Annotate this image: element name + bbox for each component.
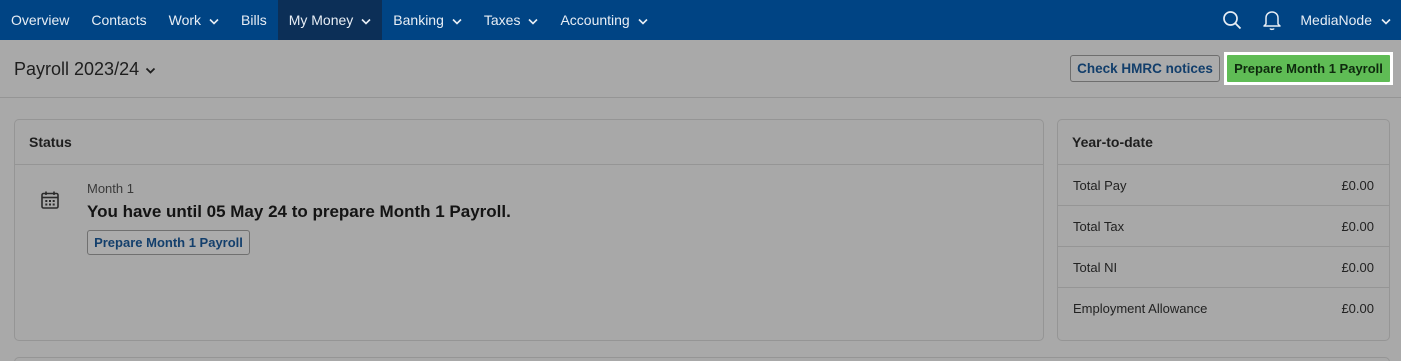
nav-item-contacts[interactable]: Contacts — [80, 0, 157, 40]
nav-item-label: Overview — [11, 12, 70, 28]
ytd-label: Total Tax — [1073, 218, 1125, 234]
nav-item-label: Taxes — [483, 12, 521, 28]
nav-item-label: Contacts — [91, 12, 147, 28]
check-hmrc-notices-button[interactable]: Check HMRC notices — [1070, 55, 1220, 82]
ytd-label: Employment Allowance — [1073, 301, 1208, 316]
ytd-row: Employment Allowance £0.00 — [1058, 288, 1389, 329]
ytd-row: Total NI £0.00 — [1058, 247, 1389, 288]
nav-item-banking[interactable]: Banking — [382, 0, 473, 40]
page-title-text: Payroll 2023/24 — [14, 59, 140, 79]
prepare-payroll-button[interactable]: Prepare Month 1 Payroll — [1227, 55, 1390, 82]
nav-item-label: Accounting — [560, 12, 630, 28]
ytd-label: Total NI — [1073, 259, 1118, 275]
nav-item-label: Banking — [393, 12, 444, 28]
lower-panel — [14, 357, 1390, 361]
account-menu[interactable]: MediaNode — [1292, 12, 1401, 28]
chevron-down-icon — [638, 12, 648, 28]
top-nav: Overview Contacts Work Bills My Money Ba… — [0, 0, 1401, 40]
deadline-text: You have until 05 May 24 to prepare Mont… — [87, 202, 511, 221]
nav-item-my-money[interactable]: My Money — [277, 0, 383, 40]
status-panel: Status Month 1 You have until 05 May 24 … — [14, 119, 1044, 341]
page-title[interactable]: Payroll 2023/24 — [14, 59, 156, 80]
ytd-label: Total Pay — [1073, 177, 1127, 193]
bell-icon[interactable] — [1252, 0, 1292, 40]
ytd-row: Total Pay £0.00 — [1058, 165, 1389, 206]
status-heading: Status — [15, 120, 1043, 165]
account-name: MediaNode — [1300, 12, 1372, 28]
page-header: Payroll 2023/24 Check HMRC notices Prepa… — [0, 40, 1401, 98]
ytd-value: £0.00 — [1341, 218, 1374, 234]
prepare-payroll-secondary-button[interactable]: Prepare Month 1 Payroll — [87, 230, 250, 255]
year-to-date-panel: Year-to-date Total Pay £0.00 Total Tax £… — [1057, 119, 1390, 341]
prepare-payroll-highlight: Prepare Month 1 Payroll — [1224, 52, 1393, 85]
chevron-down-icon — [209, 12, 219, 28]
nav-right: MediaNode — [1212, 0, 1401, 40]
search-icon[interactable] — [1212, 0, 1252, 40]
chevron-down-icon — [1381, 12, 1391, 28]
nav-item-label: Work — [168, 12, 202, 28]
nav-item-label: My Money — [288, 12, 354, 28]
ytd-value: £0.00 — [1341, 177, 1374, 193]
nav-item-accounting[interactable]: Accounting — [549, 0, 658, 40]
month-label: Month 1 — [87, 181, 134, 196]
chevron-down-icon — [145, 59, 156, 80]
ytd-heading: Year-to-date — [1058, 120, 1389, 165]
nav-item-taxes[interactable]: Taxes — [473, 0, 550, 40]
chevron-down-icon — [361, 12, 371, 28]
nav-item-overview[interactable]: Overview — [0, 0, 80, 40]
nav-item-work[interactable]: Work — [158, 0, 230, 40]
calendar-icon — [39, 189, 61, 216]
chevron-down-icon — [528, 12, 539, 28]
nav-item-label: Bills — [241, 12, 267, 28]
chevron-down-icon — [452, 12, 462, 28]
ytd-value: £0.00 — [1341, 259, 1374, 275]
nav-item-bills[interactable]: Bills — [230, 0, 278, 40]
ytd-row: Total Tax £0.00 — [1058, 206, 1389, 247]
ytd-value: £0.00 — [1341, 301, 1374, 316]
